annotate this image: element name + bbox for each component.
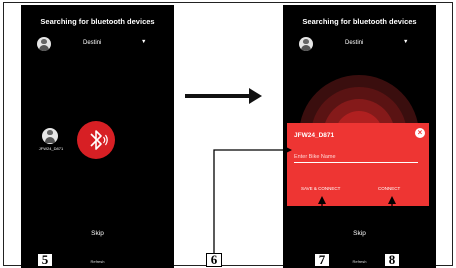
phone-screen-search: Searching for bluetooth devices Destini … — [21, 5, 174, 268]
callout-label-6: 6 — [206, 253, 222, 267]
device-item[interactable]: JFW24_D871 — [33, 128, 69, 151]
avatar-icon — [37, 37, 51, 51]
name-bike-dialog: JFW24_D871 × SAVE & CONNECT CONNECT — [287, 123, 429, 206]
bike-name-input[interactable] — [294, 152, 418, 163]
bluetooth-icon — [90, 130, 108, 150]
caret-down-icon: ▼ — [403, 39, 409, 45]
screen-title: Searching for bluetooth devices — [302, 17, 417, 26]
avatar-icon — [42, 128, 58, 144]
skip-link[interactable]: Skip — [283, 230, 436, 237]
callout-label-8: 8 — [384, 253, 400, 267]
profile-selector[interactable]: Destini ▼ — [283, 35, 436, 53]
callout-label-7: 7 — [314, 253, 330, 267]
avatar-icon — [299, 37, 313, 51]
connect-button[interactable]: CONNECT — [378, 186, 400, 191]
profile-selector[interactable]: Destini ▼ — [21, 35, 174, 53]
dialog-title: JFW24_D871 — [294, 132, 335, 139]
profile-name: Destini — [345, 40, 364, 46]
bluetooth-scan-button[interactable] — [77, 121, 115, 159]
save-and-connect-button[interactable]: SAVE & CONNECT — [301, 186, 340, 191]
caret-down-icon: ▼ — [141, 39, 147, 45]
refresh-link[interactable]: Refresh — [283, 259, 436, 264]
screen-title: Searching for bluetooth devices — [40, 17, 155, 26]
device-label: JFW24_D871 — [38, 146, 64, 151]
callout-label-5: 5 — [37, 253, 53, 267]
phone-screen-connect: Searching for bluetooth devices Destini … — [283, 5, 436, 268]
skip-link[interactable]: Skip — [21, 230, 174, 237]
profile-name: Destini — [83, 40, 102, 46]
close-icon[interactable]: × — [415, 128, 425, 138]
